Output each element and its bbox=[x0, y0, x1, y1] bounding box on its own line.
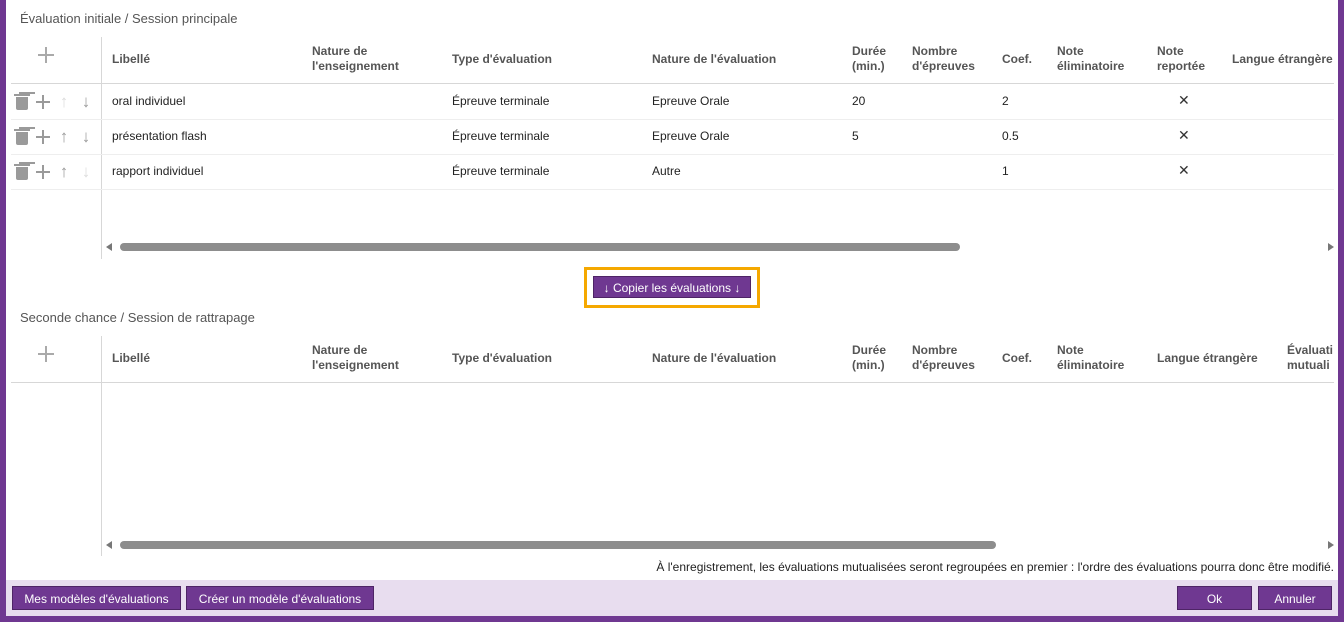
dialog-border-right bbox=[1338, 0, 1344, 622]
my-models-button[interactable]: Mes modèles d'évaluations bbox=[12, 586, 181, 610]
col-nombre-epreuves-1[interactable]: Nombre bbox=[912, 343, 957, 358]
col-nombre-epreuves-2[interactable]: d'épreuves bbox=[912, 59, 975, 74]
mutualisation-notice: À l'enregistrement, les évaluations mutu… bbox=[656, 560, 1334, 574]
trash-icon[interactable] bbox=[13, 163, 31, 181]
col-langue-etrangere[interactable]: Langue étrangère bbox=[1232, 52, 1334, 67]
cell-duree[interactable]: 20 bbox=[852, 94, 865, 108]
scroll-thumb[interactable] bbox=[120, 243, 960, 251]
copy-evaluations-button[interactable]: ↓ Copier les évaluations ↓ bbox=[593, 276, 751, 298]
col-nature-evaluation[interactable]: Nature de l'évaluation bbox=[652, 52, 776, 67]
dialog: Évaluation initiale / Session principale… bbox=[0, 0, 1344, 622]
col-note-eliminatoire-1[interactable]: Note bbox=[1057, 44, 1084, 59]
cell-coef[interactable]: 1 bbox=[1002, 164, 1009, 178]
cell-nature[interactable]: Epreuve Orale bbox=[652, 129, 729, 143]
row-tools: ↑ ↓ bbox=[13, 128, 97, 146]
arrow-down-icon[interactable]: ↓ bbox=[77, 93, 95, 111]
close-icon[interactable]: ✕ bbox=[1178, 92, 1190, 109]
dialog-border-bottom bbox=[0, 616, 1344, 622]
col-duree-1[interactable]: Durée bbox=[852, 44, 886, 59]
col-nombre-epreuves-1[interactable]: Nombre bbox=[912, 44, 957, 59]
cell-type[interactable]: Épreuve terminale bbox=[452, 129, 549, 143]
col-mutualisee-2[interactable]: mutuali bbox=[1287, 358, 1334, 373]
scroll-left-icon[interactable] bbox=[106, 243, 112, 251]
table-row: ↑ ↓ oral individuel Épreuve terminale Ep… bbox=[11, 84, 1334, 120]
col-duree-2[interactable]: (min.) bbox=[852, 358, 885, 373]
close-icon[interactable]: ✕ bbox=[1178, 162, 1190, 179]
col-note-reportee-2[interactable]: reportée bbox=[1157, 59, 1205, 74]
col-nature-enseignement-1[interactable]: Nature de bbox=[312, 343, 367, 358]
plus-icon[interactable] bbox=[34, 93, 52, 111]
add-evaluation-plus-icon[interactable] bbox=[38, 47, 54, 63]
initial-horizontal-scrollbar[interactable] bbox=[106, 242, 1334, 252]
col-libelle[interactable]: Libellé bbox=[112, 52, 150, 67]
col-note-reportee-1[interactable]: Note bbox=[1157, 44, 1184, 59]
cell-nature[interactable]: Autre bbox=[652, 164, 681, 178]
col-duree-1[interactable]: Durée bbox=[852, 343, 886, 358]
row-tools: ↑ ↓ bbox=[13, 93, 97, 111]
arrow-up-icon[interactable]: ↑ bbox=[55, 163, 73, 181]
col-coef[interactable]: Coef. bbox=[1002, 52, 1032, 67]
scroll-left-icon[interactable] bbox=[106, 541, 112, 549]
col-note-eliminatoire-1[interactable]: Note bbox=[1057, 343, 1084, 358]
dialog-footer: Mes modèles d'évaluations Créer un modèl… bbox=[6, 580, 1338, 616]
scroll-right-icon[interactable] bbox=[1328, 243, 1334, 251]
cell-coef[interactable]: 0.5 bbox=[1002, 129, 1019, 143]
scroll-right-icon[interactable] bbox=[1328, 541, 1334, 549]
close-icon[interactable]: ✕ bbox=[1178, 127, 1190, 144]
col-langue-etrangere[interactable]: Langue étrangère bbox=[1157, 351, 1258, 366]
col-libelle[interactable]: Libellé bbox=[112, 351, 150, 366]
create-model-button[interactable]: Créer un modèle d'évaluations bbox=[186, 586, 374, 610]
cell-libelle[interactable]: présentation flash bbox=[112, 129, 207, 143]
cell-type[interactable]: Épreuve terminale bbox=[452, 164, 549, 178]
second-session-title: Seconde chance / Session de rattrapage bbox=[20, 310, 255, 325]
second-grid-header: Libellé Nature de l'enseignement Type d'… bbox=[11, 336, 1334, 383]
plus-icon[interactable] bbox=[34, 128, 52, 146]
row-tools: ↑ ↓ bbox=[13, 163, 97, 181]
arrow-down-icon: ↓ bbox=[81, 162, 91, 181]
col-coef[interactable]: Coef. bbox=[1002, 351, 1032, 366]
col-nombre-epreuves-2[interactable]: d'épreuves bbox=[912, 358, 975, 373]
col-note-eliminatoire-2[interactable]: éliminatoire bbox=[1057, 358, 1124, 373]
arrow-up-icon[interactable]: ↑ bbox=[55, 128, 73, 146]
cell-coef[interactable]: 2 bbox=[1002, 94, 1009, 108]
col-mutualisee-1[interactable]: Évaluati bbox=[1287, 343, 1334, 358]
cell-libelle[interactable]: oral individuel bbox=[112, 94, 185, 108]
second-grid-divider bbox=[101, 336, 102, 556]
table-row: ↑ ↓ rapport individuel Épreuve terminale… bbox=[11, 154, 1334, 190]
col-nature-enseignement-2[interactable]: l'enseignement bbox=[312, 358, 399, 373]
col-nature-evaluation[interactable]: Nature de l'évaluation bbox=[652, 351, 776, 366]
arrow-up-icon: ↑ bbox=[59, 92, 69, 111]
cell-type[interactable]: Épreuve terminale bbox=[452, 94, 549, 108]
trash-icon[interactable] bbox=[13, 128, 31, 146]
col-nature-enseignement-1[interactable]: Nature de bbox=[312, 44, 367, 59]
initial-grid-header: Libellé Nature de l'enseignement Type d'… bbox=[11, 37, 1334, 84]
cancel-button[interactable]: Annuler bbox=[1258, 586, 1332, 610]
initial-evaluations-grid: Libellé Nature de l'enseignement Type d'… bbox=[11, 37, 1334, 259]
col-duree-2[interactable]: (min.) bbox=[852, 59, 885, 74]
col-nature-enseignement-2[interactable]: l'enseignement bbox=[312, 59, 399, 74]
cell-duree[interactable]: 5 bbox=[852, 129, 859, 143]
initial-session-title: Évaluation initiale / Session principale bbox=[20, 11, 238, 26]
col-type-evaluation[interactable]: Type d'évaluation bbox=[452, 351, 552, 366]
col-note-eliminatoire-2[interactable]: éliminatoire bbox=[1057, 59, 1124, 74]
col-type-evaluation[interactable]: Type d'évaluation bbox=[452, 52, 552, 67]
second-evaluations-grid: Libellé Nature de l'enseignement Type d'… bbox=[11, 336, 1334, 556]
add-evaluation-plus-icon[interactable] bbox=[38, 346, 54, 362]
trash-icon[interactable] bbox=[13, 93, 31, 111]
table-row: ↑ ↓ présentation flash Épreuve terminale… bbox=[11, 119, 1334, 155]
second-horizontal-scrollbar[interactable] bbox=[106, 540, 1334, 550]
plus-icon[interactable] bbox=[34, 163, 52, 181]
scroll-thumb[interactable] bbox=[120, 541, 996, 549]
dialog-border-left bbox=[0, 0, 6, 622]
ok-button[interactable]: Ok bbox=[1177, 586, 1252, 610]
cell-libelle[interactable]: rapport individuel bbox=[112, 164, 203, 178]
cell-nature[interactable]: Epreuve Orale bbox=[652, 94, 729, 108]
arrow-down-icon[interactable]: ↓ bbox=[77, 128, 95, 146]
